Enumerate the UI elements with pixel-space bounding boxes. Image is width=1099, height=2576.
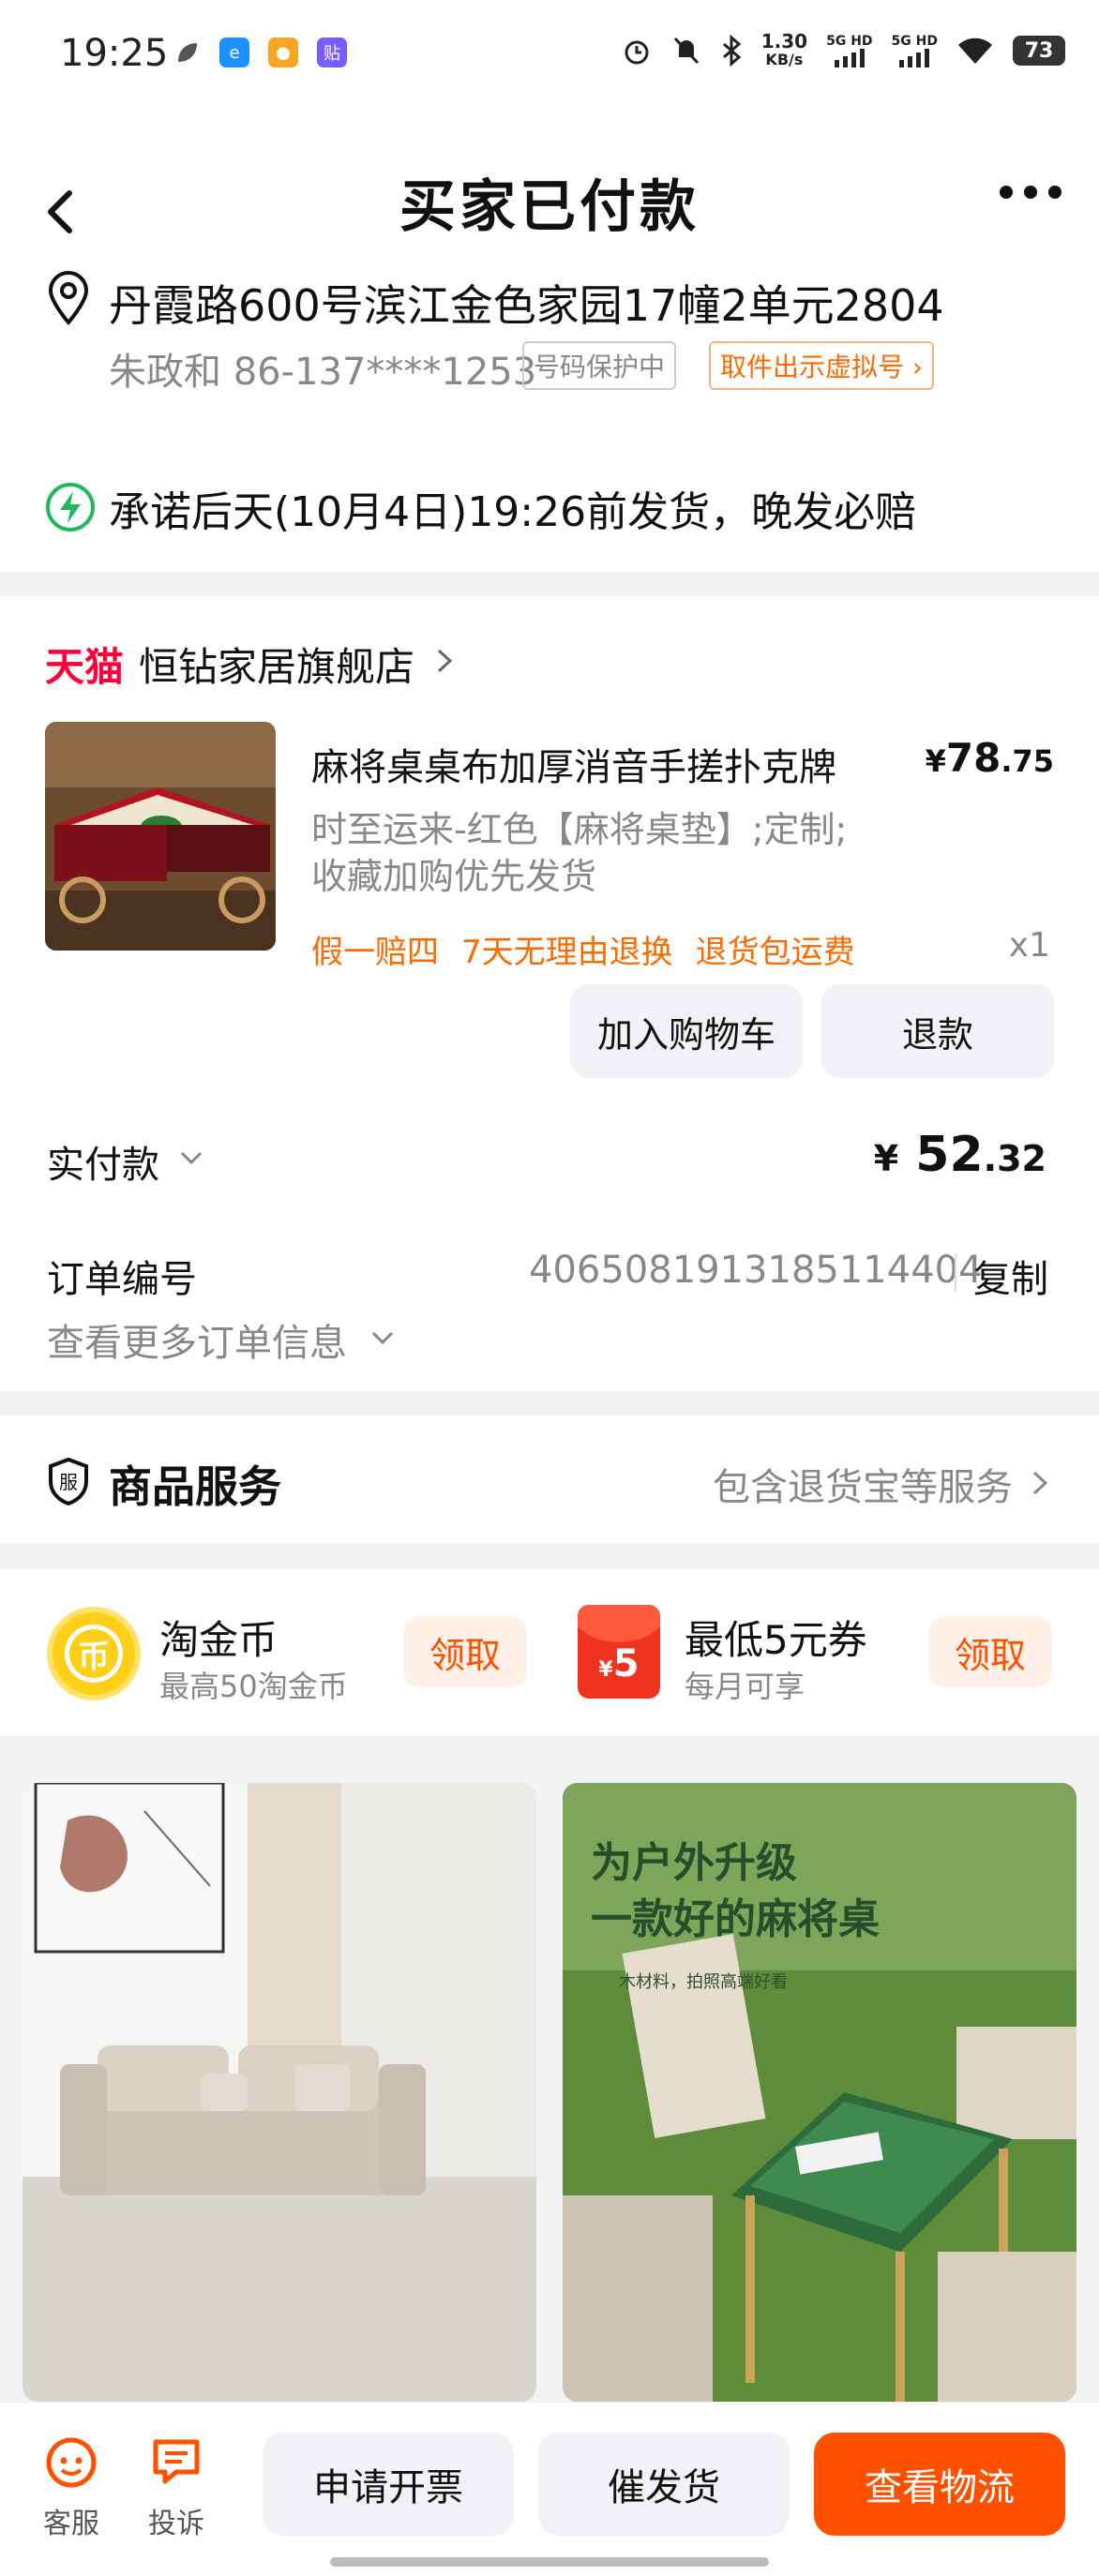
more-icon[interactable]: [1000, 186, 1061, 199]
chevron-right-icon[interactable]: [1030, 1468, 1050, 1498]
notification-icons: e ● 贴: [174, 37, 347, 67]
sim1-label: 5G HD: [826, 34, 872, 49]
signal-2: 5G HD: [892, 34, 938, 67]
spec-line: 收藏加购优先发货: [311, 853, 921, 900]
complain-label: 投诉: [139, 2500, 214, 2541]
page-title: 买家已付款: [0, 161, 1099, 243]
paid-integer: 52: [915, 1127, 983, 1183]
product-price: ¥78.75: [926, 735, 1054, 781]
coupon-subtitle: 最高50淘金币: [159, 1663, 348, 1706]
product-spec: 时至运来-红色【麻将桌垫】;定制; 收藏加购优先发货: [311, 806, 921, 900]
service-badges: 假一赔四 7天无理由退换 退货包运费: [311, 926, 855, 972]
badge-fake-compensation: 假一赔四: [311, 926, 439, 972]
coupon-title: 最低5元券: [685, 1609, 867, 1666]
chevron-down-icon[interactable]: [368, 1327, 398, 1350]
status-indicators: 1.30 KB/s 5G HD 5G HD 73: [621, 32, 1065, 69]
promo-headline: 为户外升级 一款好的麻将桌: [591, 1835, 880, 1948]
complain-button[interactable]: 投诉: [139, 2433, 214, 2541]
chevron-down-icon[interactable]: [176, 1147, 206, 1170]
leaf-icon: [174, 39, 201, 66]
store-name[interactable]: 恒钻家居旗舰店: [139, 636, 414, 693]
product-thumbnail[interactable]: [45, 722, 276, 951]
price-currency: ¥: [926, 743, 946, 779]
shield-service-icon: 服: [47, 1457, 90, 1505]
status-time: 19:25: [60, 32, 168, 75]
lightning-icon: [45, 482, 96, 532]
alarm-icon: [621, 35, 653, 67]
coupon-subtitle: 每月可享: [685, 1663, 805, 1706]
more-order-info-link[interactable]: 查看更多订单信息: [47, 1312, 347, 1367]
signal-bars-icon: [835, 49, 865, 67]
location-pin-icon: [45, 270, 92, 326]
number-protection-tag: 号码保护中: [522, 341, 676, 390]
claim-coupon-button[interactable]: 领取: [928, 1616, 1052, 1687]
order-number: 4065081913185114404: [529, 1249, 983, 1292]
request-invoice-button[interactable]: 申请开票: [263, 2433, 514, 2536]
paid-amount: ¥ 52.32: [874, 1127, 1046, 1183]
product-title[interactable]: 麻将桌桌布加厚消音手搓扑克牌: [311, 737, 836, 791]
coupon-title: 淘金币: [159, 1609, 278, 1666]
service-title: 商品服务: [109, 1453, 281, 1515]
tmall-logo: 天猫: [45, 636, 124, 693]
chevron-right-icon[interactable]: [433, 645, 456, 677]
urge-shipment-button[interactable]: 催发货: [538, 2433, 790, 2536]
virtual-number-link[interactable]: 取件出示虚拟号 ›: [709, 341, 934, 390]
recommendation-card-sofa[interactable]: [23, 1783, 536, 2402]
service-subtitle: 包含退货宝等服务: [713, 1457, 1013, 1511]
complain-icon: [148, 2433, 204, 2489]
quantity: x1: [1009, 926, 1050, 965]
paid-amount-label[interactable]: 实付款: [47, 1134, 159, 1189]
recipient-contact: 朱政和 86-137****1253: [109, 341, 536, 396]
app-e-icon: e: [219, 37, 249, 67]
recommendation-card-outdoor-table[interactable]: 为户外升级 一款好的麻将桌 木材料，拍照高端好看: [563, 1783, 1076, 2402]
customer-service-icon: [43, 2433, 99, 2489]
copy-button[interactable]: 复制: [973, 1249, 1048, 1303]
badge-free-return-shipping: 退货包运费: [696, 926, 855, 972]
price-integer: 78: [946, 735, 1001, 781]
paid-decimal: .32: [984, 1138, 1046, 1179]
promo-line: 一款好的麻将桌: [591, 1892, 880, 1948]
red-envelope-icon: ¥5: [578, 1605, 660, 1699]
bottom-action-bar: 客服 投诉 申请开票 催发货 查看物流: [0, 2402, 1099, 2576]
promo-line: 为户外升级: [591, 1835, 880, 1892]
paid-currency: ¥: [874, 1138, 898, 1179]
app-tie-icon: 贴: [317, 37, 347, 67]
bluetooth-icon: [720, 35, 743, 67]
order-number-label: 订单编号: [47, 1249, 197, 1303]
sim2-label: 5G HD: [892, 34, 938, 49]
badge-7day-return: 7天无理由退换: [461, 926, 673, 972]
divider: [955, 1254, 956, 1292]
app-yellow-icon: ●: [268, 37, 298, 67]
promo-small-text: 木材料，拍照高端好看: [619, 1969, 788, 1993]
shipping-address: 丹霞路600号滨江金色家园17幢2单元2804: [109, 272, 944, 334]
spec-line: 时至运来-红色【麻将桌垫】;定制;: [311, 806, 921, 853]
shipping-promise-card: 承诺后天(10月4日)19:26前发货，晚发必赔: [0, 444, 1099, 572]
refund-button[interactable]: 退款: [821, 984, 1054, 1078]
product-service-card[interactable]: 服 商品服务 包含退货宝等服务: [0, 1415, 1099, 1543]
price-decimal: .75: [1001, 743, 1054, 779]
net-speed-unit: KB/s: [761, 51, 807, 69]
net-speed-value: 1.30: [761, 32, 807, 51]
taojinbi-coin-icon: 币: [47, 1607, 141, 1700]
sofa-product-image: [23, 1783, 536, 2402]
order-card: 天猫 恒钻家居旗舰店 麻将桌桌布加厚消音手搓扑克牌 ¥78.75 时至运来-红色…: [0, 596, 1099, 1391]
home-indicator[interactable]: [330, 2557, 769, 2567]
mahjong-mat-image: [45, 722, 276, 951]
shipping-promise-text: 承诺后天(10月4日)19:26前发货，晚发必赔: [109, 478, 916, 538]
net-speed: 1.30 KB/s: [761, 32, 807, 69]
mute-icon: [671, 35, 701, 67]
signal-bars-icon: [899, 49, 929, 67]
svg-text:服: 服: [59, 1471, 78, 1493]
customer-service-button[interactable]: 客服: [34, 2433, 109, 2541]
view-logistics-button[interactable]: 查看物流: [814, 2433, 1065, 2536]
battery-icon: 73: [1013, 36, 1065, 66]
status-bar: 19:25 e ● 贴 1.30 KB/s 5G HD 5G HD 73: [0, 0, 1099, 112]
coupons-card: 币 淘金币 最高50淘金币 领取 ¥5 最低5元券 每月可享 领取: [0, 1569, 1099, 1736]
signal-1: 5G HD: [826, 34, 872, 67]
claim-coin-button[interactable]: 领取: [403, 1616, 527, 1687]
add-to-cart-button[interactable]: 加入购物车: [570, 984, 803, 1078]
customer-service-label: 客服: [34, 2500, 109, 2541]
wifi-icon: [956, 36, 994, 66]
